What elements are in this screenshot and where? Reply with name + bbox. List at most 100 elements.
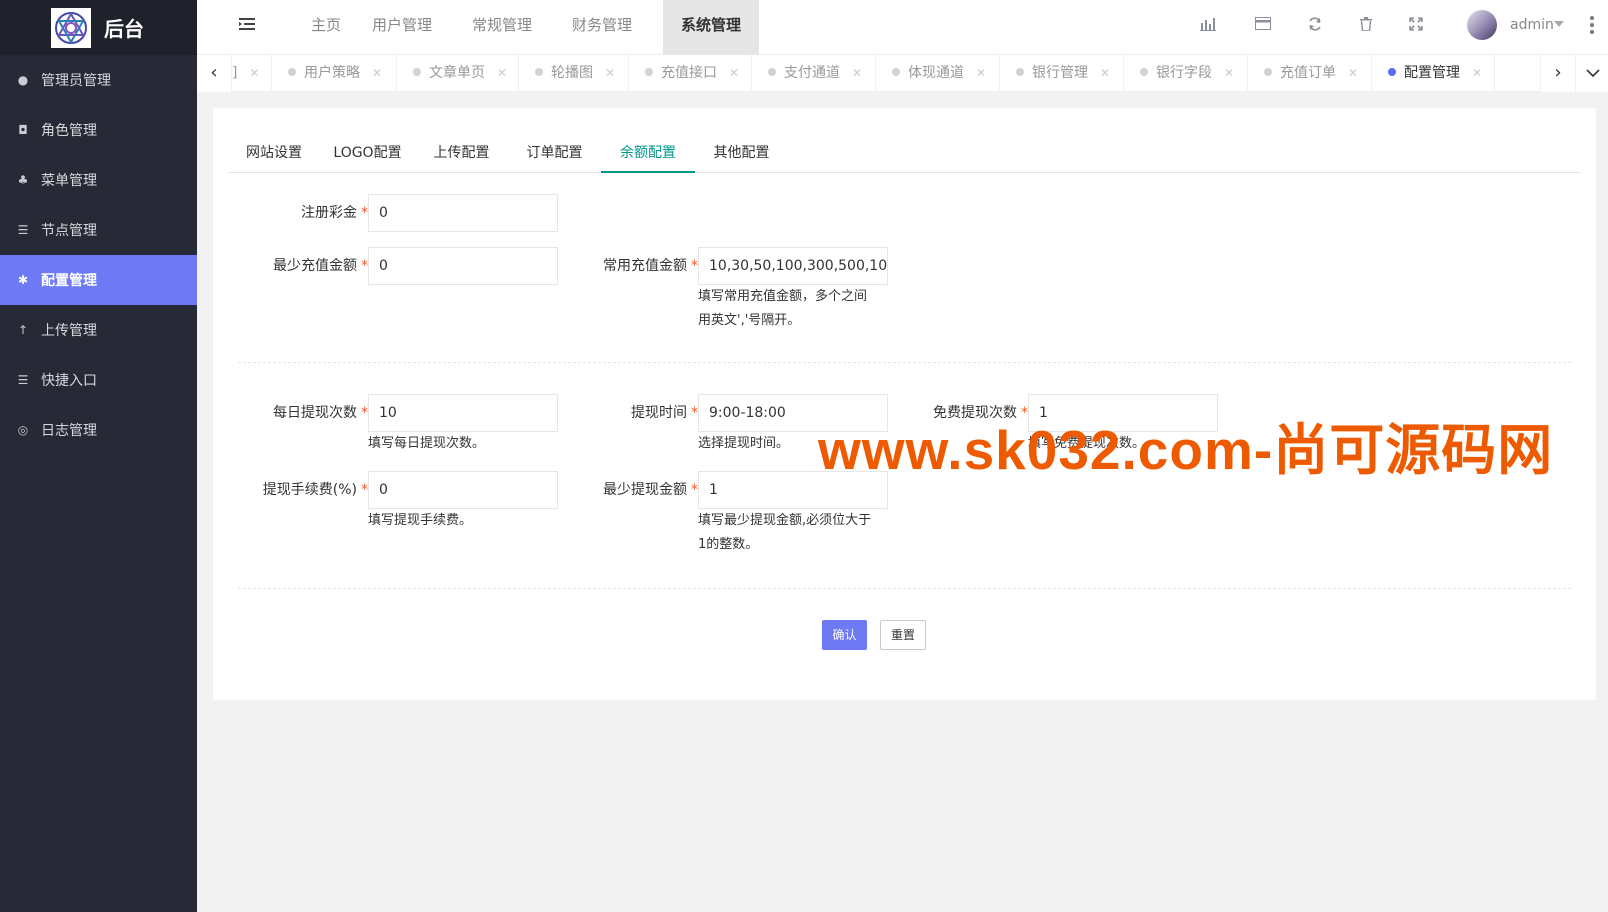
tab-label: 充值接口: [661, 65, 717, 81]
sidebar-item-label: 配置管理: [41, 273, 97, 289]
sidebar-item-role[interactable]: ◘ 角色管理: [0, 105, 197, 155]
log-icon: ◎: [17, 423, 29, 437]
close-icon[interactable]: ✕: [1472, 55, 1482, 91]
page-tab[interactable]: 配置管理 ✕: [1372, 55, 1495, 92]
page-tab[interactable]: 轮播图 ✕: [519, 55, 629, 92]
trash-icon[interactable]: [1357, 17, 1375, 35]
close-icon[interactable]: ✕: [729, 55, 739, 91]
admin-username[interactable]: admin: [1510, 17, 1554, 33]
nav-system-management[interactable]: 系统管理: [663, 0, 759, 55]
nav-home[interactable]: 主页: [295, 0, 357, 55]
tab-partial[interactable]: ] ✕: [232, 55, 272, 92]
close-icon[interactable]: ✕: [976, 55, 986, 91]
sidebar: 后台 ● 管理员管理 ◘ 角色管理 ♣ 菜单管理 ☰ 节点管理 ✱ 配置管理 ↑ 上传管理 ☰ 快捷入口 ◎…: [0, 0, 197, 912]
tab-site-settings[interactable]: 网站设置: [228, 133, 320, 173]
chevron-down-icon[interactable]: [1554, 21, 1564, 27]
close-icon[interactable]: ✕: [852, 55, 862, 91]
close-icon[interactable]: ✕: [1224, 55, 1234, 91]
tab-label: 充值订单: [1280, 65, 1336, 81]
sidebar-item-label: 快捷入口: [41, 373, 97, 389]
withdraw-fee-input[interactable]: [368, 471, 558, 509]
tab-status-dot: [1264, 68, 1272, 76]
sidebar-item-log[interactable]: ◎ 日志管理: [0, 405, 197, 455]
upload-icon: ↑: [17, 323, 29, 337]
confirm-button[interactable]: 确认: [822, 620, 867, 650]
sidebar-item-label: 角色管理: [41, 123, 97, 139]
watermark-text: www.sk032.com-尚可源码网: [818, 419, 1554, 481]
withdraw-time-help: 选择提现时间。: [698, 436, 790, 451]
close-icon[interactable]: ✕: [249, 55, 259, 91]
tab-label: 轮播图: [551, 65, 593, 81]
tab-upload-config[interactable]: 上传配置: [415, 133, 508, 173]
tab-other-config[interactable]: 其他配置: [695, 133, 788, 173]
min-recharge-input[interactable]: [368, 247, 558, 285]
close-icon[interactable]: ✕: [1100, 55, 1110, 91]
refresh-icon[interactable]: [1306, 17, 1324, 35]
tab-label: 文章单页: [429, 65, 485, 81]
user-icon: ●: [17, 73, 29, 87]
section-divider: [238, 588, 1571, 589]
page-tab[interactable]: 体现通道 ✕: [876, 55, 1000, 92]
tabs-scroll-right-icon[interactable]: ›: [1540, 55, 1575, 92]
page-tab[interactable]: 用户策略 ✕: [272, 55, 397, 92]
nav-general-management[interactable]: 常规管理: [467, 0, 537, 55]
card-icon[interactable]: [1254, 17, 1272, 35]
tab-order-config[interactable]: 订单配置: [508, 133, 601, 173]
register-bonus-label: 注册彩金 *: [301, 205, 368, 221]
tab-label: 银行管理: [1032, 65, 1088, 81]
tabs-scroll-left-icon[interactable]: ‹: [197, 55, 232, 92]
close-icon[interactable]: ✕: [372, 55, 382, 91]
nav-finance-management[interactable]: 财务管理: [567, 0, 637, 55]
close-icon[interactable]: ✕: [497, 55, 507, 91]
reset-button[interactable]: 重置: [880, 620, 926, 650]
tab-status-dot: [1140, 68, 1148, 76]
page-tab[interactable]: 支付通道 ✕: [752, 55, 876, 92]
tab-label: 体现通道: [908, 65, 964, 81]
sidebar-menu: ● 管理员管理 ◘ 角色管理 ♣ 菜单管理 ☰ 节点管理 ✱ 配置管理 ↑ 上传管理 ☰ 快捷入口 ◎ 日志管…: [0, 55, 197, 455]
page-tab[interactable]: 充值接口 ✕: [629, 55, 752, 92]
config-tabs: 网站设置 LOGO配置 上传配置 订单配置 余额配置 其他配置: [228, 133, 1581, 173]
sidebar-item-label: 菜单管理: [41, 173, 97, 189]
page-tab[interactable]: 充值订单 ✕: [1248, 55, 1372, 92]
close-icon[interactable]: ✕: [605, 55, 615, 91]
daily-withdraw-input[interactable]: [368, 394, 558, 432]
tab-status-dot: [645, 68, 653, 76]
sidebar-item-admin[interactable]: ● 管理员管理: [0, 55, 197, 105]
sidebar-item-config[interactable]: ✱ 配置管理: [0, 255, 197, 305]
more-vertical-icon[interactable]: [1590, 16, 1594, 36]
role-icon: ◘: [18, 123, 28, 137]
top-header: 主页 用户管理 常规管理 财务管理 系统管理 admin: [197, 0, 1608, 55]
min-recharge-label: 最少充值金额 *: [273, 258, 368, 274]
withdraw-fee-label: 提现手续费(%) *: [262, 482, 368, 498]
sidebar-item-label: 上传管理: [41, 323, 97, 339]
register-bonus-input[interactable]: [368, 194, 558, 232]
tab-label: 配置管理: [1404, 65, 1460, 81]
tabs-dropdown-icon[interactable]: [1575, 55, 1608, 92]
sidebar-item-node[interactable]: ☰ 节点管理: [0, 205, 197, 255]
fullscreen-icon[interactable]: [1407, 17, 1425, 35]
close-icon[interactable]: ✕: [1348, 55, 1358, 91]
page-tab[interactable]: 文章单页 ✕: [397, 55, 519, 92]
page-tabbar: ‹ ] ✕ 用户策略 ✕ 文章单页 ✕ 轮播图 ✕ 充值接口 ✕ 支付通道 ✕ 体现通道 ✕ 银行管理 ✕ 银…: [197, 55, 1608, 92]
common-recharge-label: 常用充值金额 *: [603, 258, 698, 274]
chart-icon[interactable]: [1199, 17, 1217, 35]
sidebar-item-upload[interactable]: ↑ 上传管理: [0, 305, 197, 355]
sidebar-item-label: 节点管理: [41, 223, 97, 239]
tab-status-dot: [288, 68, 296, 76]
common-recharge-input[interactable]: [698, 247, 888, 285]
tab-status-dot: [768, 68, 776, 76]
tab-label: 用户策略: [304, 65, 360, 81]
withdraw-fee-help: 填写提现手续费。: [368, 513, 473, 528]
nav-user-management[interactable]: 用户管理: [367, 0, 437, 55]
page-tab[interactable]: 银行管理 ✕: [1000, 55, 1124, 92]
tab-balance-config[interactable]: 余额配置: [601, 133, 695, 173]
menu-toggle-icon[interactable]: [239, 17, 255, 35]
sidebar-logo[interactable]: 后台: [0, 0, 197, 55]
logo-title: 后台: [104, 17, 144, 41]
page-tab[interactable]: 银行字段 ✕: [1124, 55, 1248, 92]
tab-logo-config[interactable]: LOGO配置: [320, 133, 415, 173]
sidebar-item-menu[interactable]: ♣ 菜单管理: [0, 155, 197, 205]
avatar[interactable]: [1467, 10, 1497, 40]
sidebar-item-label: 日志管理: [41, 423, 97, 439]
sidebar-item-shortcut[interactable]: ☰ 快捷入口: [0, 355, 197, 405]
